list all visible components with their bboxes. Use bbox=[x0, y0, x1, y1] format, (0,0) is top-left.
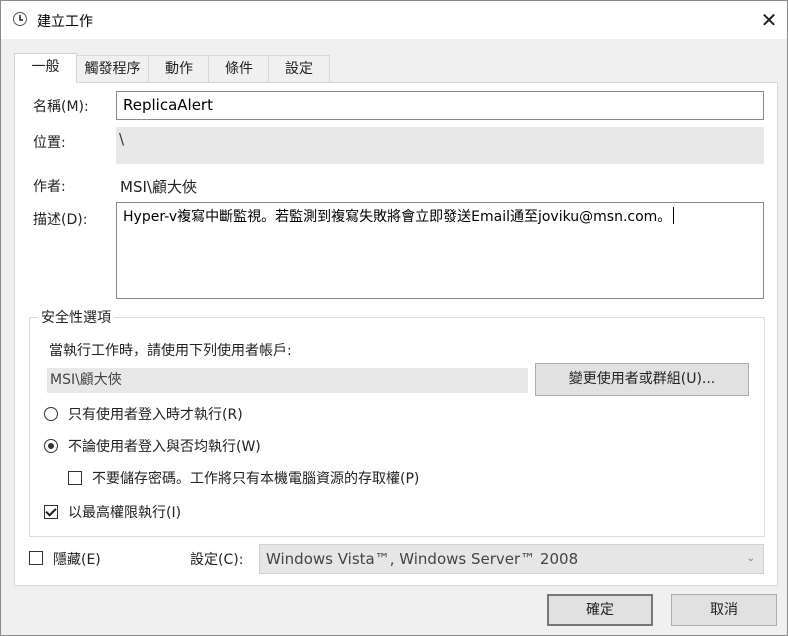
description-text: Hyper-v複寫中斷監視。若監測到複寫失敗將會立即發送Email通至jovik… bbox=[123, 209, 672, 225]
description-label: 描述(D): bbox=[33, 212, 88, 228]
cancel-button[interactable]: 取消 bbox=[671, 594, 777, 626]
checkbox-do-not-store-password-label: 不要儲存密碼。工作將只有本機電腦資源的存取權(P) bbox=[92, 471, 420, 487]
chevron-down-icon: ⌄ bbox=[746, 553, 755, 564]
configure-for-label: 設定(C): bbox=[190, 552, 244, 568]
security-group-title: 安全性選項 bbox=[38, 307, 114, 327]
title-bar: 建立工作 ✕ bbox=[1, 1, 787, 39]
tab-general[interactable]: 一般 bbox=[14, 53, 77, 83]
author-label: 作者: bbox=[33, 179, 66, 195]
checkbox-highest-privileges[interactable] bbox=[44, 505, 58, 519]
name-label: 名稱(M): bbox=[33, 99, 89, 115]
tab-actions[interactable]: 動作 bbox=[148, 55, 210, 82]
clock-icon bbox=[13, 12, 27, 26]
radio-run-only-logged-on-label: 只有使用者登入時才執行(R) bbox=[68, 407, 243, 423]
radio-run-whether-logged-on[interactable] bbox=[44, 439, 58, 453]
location-value: \ bbox=[116, 127, 764, 164]
radio-run-whether-logged-on-label: 不論使用者登入與否均執行(W) bbox=[68, 439, 261, 455]
radio-run-only-logged-on[interactable] bbox=[44, 407, 58, 421]
account-value: MSI\顧大俠 bbox=[47, 368, 528, 393]
checkbox-highest-privileges-label: 以最高權限執行(I) bbox=[68, 505, 182, 521]
general-panel: 名稱(M): ReplicaAlert 位置: \ 作者: MSI\顧大俠 描述… bbox=[14, 82, 778, 586]
close-button[interactable]: ✕ bbox=[753, 5, 785, 35]
checkbox-hidden-label: 隱藏(E) bbox=[53, 552, 101, 568]
checkbox-do-not-store-password[interactable] bbox=[68, 471, 82, 485]
configure-for-select[interactable]: Windows Vista™, Windows Server™ 2008 ⌄ bbox=[259, 544, 764, 574]
tab-settings[interactable]: 設定 bbox=[268, 55, 330, 82]
name-input[interactable]: ReplicaAlert bbox=[116, 91, 764, 120]
change-user-button[interactable]: 變更使用者或群組(U)... bbox=[535, 363, 749, 396]
location-label: 位置: bbox=[33, 135, 66, 151]
tab-conditions[interactable]: 條件 bbox=[208, 55, 270, 82]
ok-button[interactable]: 確定 bbox=[547, 594, 653, 626]
checkbox-hidden[interactable] bbox=[29, 551, 43, 565]
tab-triggers[interactable]: 觸發程序 bbox=[75, 55, 150, 82]
window-title: 建立工作 bbox=[37, 14, 93, 30]
text-caret bbox=[673, 207, 675, 224]
author-value: MSI\顧大俠 bbox=[120, 178, 197, 196]
description-textarea[interactable]: Hyper-v複寫中斷監視。若監測到複寫失敗將會立即發送Email通至jovik… bbox=[116, 202, 764, 299]
account-prompt: 當執行工作時，請使用下列使用者帳戶: bbox=[49, 343, 292, 359]
configure-for-value: Windows Vista™, Windows Server™ 2008 bbox=[266, 550, 579, 568]
create-task-dialog: 建立工作 ✕ 一般 觸發程序 動作 條件 設定 名稱(M): ReplicaAl… bbox=[0, 0, 788, 636]
security-options-group: 安全性選項 當執行工作時，請使用下列使用者帳戶: MSI\顧大俠 變更使用者或群… bbox=[29, 307, 765, 537]
